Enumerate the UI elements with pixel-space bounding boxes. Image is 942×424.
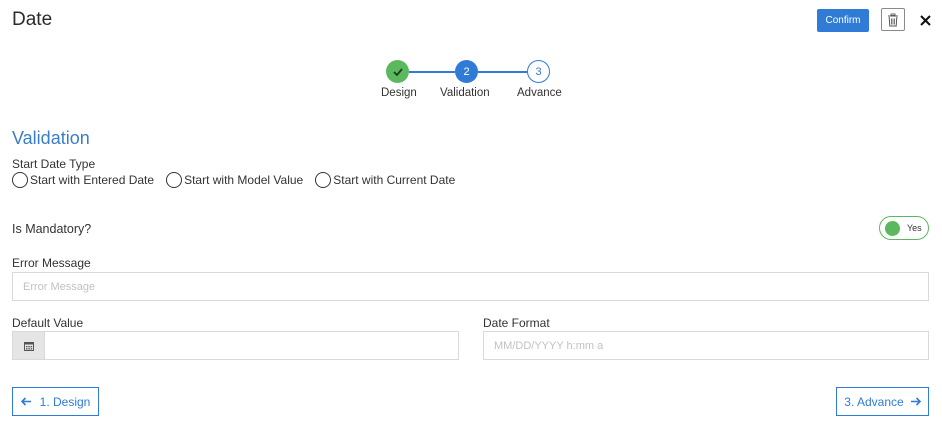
toggle-knob (885, 220, 900, 236)
next-step-button[interactable]: 3. Advance (836, 387, 929, 416)
arrow-right-icon (910, 397, 921, 406)
mandatory-label: Is Mandatory? (12, 222, 92, 236)
step-2-label: Validation (440, 87, 490, 99)
trash-icon (888, 13, 898, 26)
default-value-input[interactable] (44, 331, 459, 360)
section-heading: Validation (12, 128, 90, 148)
start-date-type-label: Start Date Type (12, 157, 96, 171)
toggle-text: Yes (907, 223, 922, 233)
close-icon (919, 14, 931, 26)
previous-step-label: 1. Design (39, 394, 91, 409)
date-format-label: Date Format (483, 316, 550, 330)
start-date-type-radio-group: Start with Entered Date Start with Model… (12, 172, 467, 188)
radio-label: Start with Model Value (184, 173, 304, 187)
step-3-label: Advance (517, 87, 562, 99)
calendar-icon (23, 341, 34, 351)
radio-circle (315, 172, 332, 188)
check-icon (392, 67, 403, 76)
default-value-label: Default Value (12, 316, 84, 330)
step-1-indicator[interactable] (386, 60, 409, 83)
radio-circle (12, 172, 28, 188)
previous-step-button[interactable]: 1. Design (12, 387, 99, 416)
step-3-indicator[interactable]: 3 (527, 60, 550, 83)
radio-start-model-value[interactable]: Start with Model Value (166, 172, 303, 188)
next-step-label: 3. Advance (844, 394, 904, 409)
radio-label: Start with Entered Date (30, 173, 155, 187)
stepper-connector (409, 71, 455, 73)
page-title: Date (12, 9, 53, 30)
step-2-indicator[interactable]: 2 (455, 60, 478, 83)
stepper-connector (478, 71, 527, 73)
error-message-label: Error Message (12, 256, 91, 270)
date-format-input[interactable]: MM/DD/YYYY h:mm a (483, 331, 929, 360)
radio-start-entered-date[interactable]: Start with Entered Date (12, 172, 154, 188)
close-button[interactable] (916, 9, 934, 31)
confirm-button[interactable]: Confirm (817, 9, 869, 32)
arrow-left-icon (20, 397, 31, 406)
calendar-button[interactable] (12, 331, 45, 360)
mandatory-toggle[interactable]: Yes (879, 216, 929, 240)
step-1-label: Design (381, 87, 417, 99)
error-message-input[interactable]: Error Message (12, 272, 929, 301)
delete-button[interactable] (881, 8, 905, 31)
radio-circle (166, 172, 183, 188)
radio-start-current-date[interactable]: Start with Current Date (315, 172, 455, 188)
radio-label: Start with Current Date (333, 173, 456, 187)
